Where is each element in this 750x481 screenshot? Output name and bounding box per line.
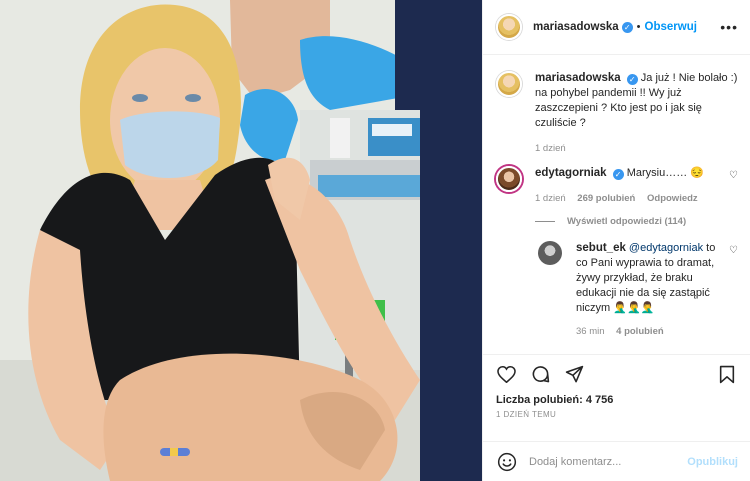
comment-input[interactable]: Dodaj komentarz...	[529, 456, 687, 468]
author-username[interactable]: mariasadowska	[533, 21, 619, 33]
caption: mariasadowska ✓ Ja już ! Nie bolało :) n…	[496, 71, 738, 156]
commenter-avatar[interactable]	[496, 166, 522, 192]
bookmark-icon[interactable]	[716, 364, 738, 386]
reply-button[interactable]: Odpowiedz	[647, 193, 698, 204]
comment-age[interactable]: 1 dzień	[535, 193, 566, 204]
comment-body: edytagorniak ✓ Marysiu…… 😔 1 dzień 269 p…	[535, 166, 723, 206]
reply-body: sebut_ek @edytagorniak to co Pani wypraw…	[576, 241, 723, 339]
share-icon[interactable]	[563, 364, 585, 386]
likes-count[interactable]: Liczba polubień: 4 756	[483, 394, 750, 406]
comment-text: Marysiu……	[626, 167, 688, 179]
verified-badge-icon: ✓	[621, 21, 633, 33]
reply-mention[interactable]: @edytagorniak	[629, 242, 703, 254]
reply-age[interactable]: 36 min	[576, 326, 605, 337]
comment-item: edytagorniak ✓ Marysiu…… 😔 1 dzień 269 p…	[496, 166, 738, 206]
instagram-post: mariasadowska ✓ • Obserwuj ••• mariasado…	[0, 0, 750, 481]
reply-like-heart-icon[interactable]: ♡	[729, 245, 738, 256]
smiley-icon[interactable]	[496, 451, 518, 473]
caption-age[interactable]: 1 dzień	[535, 143, 566, 154]
author-line: mariasadowska ✓ • Obserwuj	[533, 21, 697, 33]
reply-author-avatar[interactable]	[538, 241, 562, 265]
more-options-icon[interactable]: •••	[720, 19, 738, 35]
view-replies-toggle[interactable]: Wyświetl odpowiedzi (114)	[535, 216, 738, 227]
verified-badge-icon: ✓	[612, 169, 624, 180]
pensive-face-emoji: 😔	[690, 167, 704, 179]
vaccination-photo-illustration	[0, 0, 482, 481]
post-header: mariasadowska ✓ • Obserwuj •••	[483, 0, 750, 55]
author-avatar[interactable]	[496, 14, 522, 40]
reply-likes[interactable]: 4 polubień	[616, 326, 664, 337]
caption-meta: 1 dzień	[535, 141, 738, 156]
caption-author-avatar[interactable]	[496, 71, 522, 97]
add-comment-bar: Dodaj komentarz... Opublikuj	[483, 441, 750, 481]
comment-icon[interactable]	[529, 364, 551, 386]
comment-author[interactable]: edytagorniak	[535, 167, 607, 179]
facepalm-emoji: 🤦‍♂️🤦‍♂️🤦‍♂️	[613, 302, 655, 314]
follow-button[interactable]: Obserwuj	[645, 21, 697, 33]
post-time[interactable]: 1 DZIEŃ TEMU	[483, 406, 750, 419]
post-actions-bar	[483, 354, 750, 394]
comment-likes[interactable]: 269 polubień	[577, 193, 635, 204]
reply-author[interactable]: sebut_ek	[576, 242, 626, 254]
post-photo[interactable]	[0, 0, 482, 481]
header-separator: •	[636, 21, 641, 33]
view-replies-label: Wyświetl odpowiedzi (114)	[567, 216, 687, 227]
replies-divider	[535, 221, 555, 222]
comment-meta: 1 dzień 269 polubień Odpowiedz	[535, 191, 723, 206]
reply-meta: 36 min 4 polubień	[576, 324, 723, 339]
reply-item: sebut_ek @edytagorniak to co Pani wypraw…	[538, 241, 738, 339]
comments-section[interactable]: mariasadowska ✓ Ja już ! Nie bolało :) n…	[483, 55, 750, 354]
verified-badge-icon: ✓	[626, 74, 638, 85]
heart-icon[interactable]	[495, 364, 517, 386]
caption-author[interactable]: mariasadowska	[535, 72, 621, 84]
publish-button[interactable]: Opublikuj	[687, 456, 738, 468]
comment-like-heart-icon[interactable]: ♡	[729, 170, 738, 181]
caption-body: mariasadowska ✓ Ja już ! Nie bolało :) n…	[535, 71, 738, 156]
post-side-panel: mariasadowska ✓ • Obserwuj ••• mariasado…	[482, 0, 750, 481]
